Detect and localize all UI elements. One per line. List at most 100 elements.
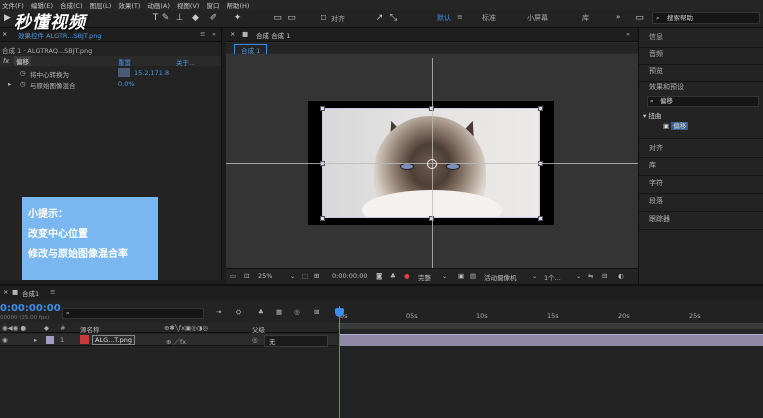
menu-window[interactable]: 窗口 [206,0,219,10]
guide-vertical[interactable] [432,58,433,284]
workspace-menu-icon[interactable]: ≡ [457,13,463,21]
draft-3d-icon[interactable]: ⛭ [236,308,241,317]
timeline-search-input[interactable]: ⌕ [62,308,204,319]
snap-icon-2[interactable]: ▭ [286,13,297,24]
effects-search-input[interactable]: ⌕ 偏移 [647,96,759,107]
panel-expand-icon[interactable]: » [212,30,216,38]
effect-name[interactable]: 偏移 [14,56,31,66]
fit-icon[interactable]: ⬚ [302,272,308,280]
fx-icon[interactable]: fx [3,57,9,65]
tracker-panel-tab[interactable]: 跟踪器 [639,210,763,230]
camera-dropdown-icon[interactable]: ⌄ [532,272,537,280]
frame-blend-icon[interactable]: ▦ [276,308,282,316]
graph-editor-icon[interactable]: ⊠ [314,308,319,316]
reset-button[interactable]: 重置 [118,57,131,67]
quality-select[interactable]: 完整 [418,272,431,282]
stopwatch-icon[interactable]: ◷ [20,69,26,77]
lock-icon[interactable]: ■ [12,288,18,296]
toggle-icon[interactable]: ⇋ [588,272,593,280]
flowchart-icon[interactable]: ⊟ [602,272,607,280]
zoom-select[interactable]: 25% [258,272,272,280]
camera-snapshot-icon[interactable]: ◙ [376,272,382,280]
prop-value[interactable]: 15.2,171.8 [134,69,169,77]
composition-tab[interactable]: 合成 合成 1 [256,30,290,40]
camera-select[interactable]: 活动摄像机 [484,272,517,282]
contract-icon[interactable]: ⤡ [388,13,399,24]
align-panel-tab[interactable]: 对齐 [639,138,763,158]
panel-menu-icon[interactable]: ≡ [50,288,55,296]
exposure-icon[interactable]: ◐ [618,272,624,280]
quality-dropdown-icon[interactable]: ⌄ [442,272,447,280]
stopwatch-icon[interactable]: ◷ [20,80,26,88]
tree-folder-distort[interactable]: ▾ 扭曲 [643,110,661,120]
prop-value[interactable]: 0.0% [118,80,135,88]
layer-name[interactable]: ALG...T.png [92,335,135,345]
lock-icon[interactable]: ■ [242,30,248,38]
expand-icon[interactable]: ↗ [374,13,385,24]
roi-icon[interactable]: ▣ [458,272,464,280]
pen-tool-icon[interactable]: ✎ [160,13,171,24]
layer-row[interactable]: ◉ ▸ 1 ALG...T.png ⊕ ／fx ◎ 无 [0,334,338,347]
panel-expand-icon[interactable]: » [626,30,630,38]
playhead-line[interactable] [339,306,340,418]
workspace-small-screen[interactable]: 小屏幕 [527,13,548,23]
time-ruler[interactable]: 0s 05s 10s 15s 20s 25s [338,306,763,324]
brush-tool-icon[interactable]: ✐ [208,13,219,24]
transform-handle[interactable] [538,106,543,111]
snap-icon[interactable]: ▭ [272,13,283,24]
source-name-header[interactable]: 源名称 [80,324,100,334]
about-button[interactable]: 关于... [176,57,195,67]
library-panel-tab[interactable]: 库 [639,156,763,176]
transparency-grid-icon[interactable]: ▤ [470,272,476,280]
layer-switches-icons[interactable]: ⊕ ／fx [166,336,186,346]
expand-arrow-icon[interactable]: ▸ [8,80,11,88]
character-panel-tab[interactable]: 字符 [639,174,763,194]
shy-icon[interactable]: ♣ [258,308,264,316]
label-color-swatch[interactable] [46,336,54,344]
workspace-standard[interactable]: 标准 [482,13,496,23]
eraser-tool-icon[interactable]: ◆ [190,13,201,24]
expand-arrow-icon[interactable]: ▸ [34,336,37,344]
menu-animation[interactable]: 动画(A) [147,0,170,10]
workspace-library[interactable]: 库 [582,13,589,23]
panel-close-icon[interactable]: × [230,30,235,38]
transform-handle[interactable] [320,216,325,221]
effects-presets-tab[interactable]: 效果和预设 [639,78,763,98]
views-dropdown-icon[interactable]: ⌄ [576,272,581,280]
transform-handle[interactable] [538,216,543,221]
edit-workspace-icon[interactable]: ▭ [634,13,645,24]
more-workspaces-icon[interactable]: » [616,13,620,21]
align-checkbox[interactable]: ☐ [318,13,329,24]
panel-menu-icon[interactable]: ≡ [200,30,205,38]
panel-close-icon[interactable]: × [2,30,7,38]
grid-icon[interactable]: ⊞ [314,272,319,280]
comp-timecode[interactable]: 0:00:00:00 [332,272,368,280]
panel-close-icon[interactable]: × [3,288,8,296]
show-snapshot-icon[interactable]: ♣ [390,272,396,280]
motion-blur-icon[interactable]: ◎ [294,308,300,316]
color-channel-icon[interactable]: ● [404,272,410,280]
paragraph-panel-tab[interactable]: 段落 [639,192,763,212]
menu-view[interactable]: 视图(V) [177,0,200,10]
transform-handle[interactable] [320,106,325,111]
timeline-tab[interactable]: 合成1 [22,288,39,298]
zoom-dropdown-icon[interactable]: ⌄ [290,272,295,280]
layer-duration-bar[interactable] [340,334,763,346]
visibility-icon[interactable]: ◉ [2,336,8,344]
stamp-tool-icon[interactable]: ⊥ [174,13,185,24]
workspace-default[interactable]: 默认 [437,13,451,23]
parent-select[interactable]: 无 [264,335,328,347]
crosshair-icon[interactable] [118,68,130,77]
anchor-point-icon[interactable] [427,159,437,169]
pixel-ratio-icon[interactable]: ⊡ [244,272,249,280]
menu-help[interactable]: 帮助(H) [226,0,249,10]
work-area-bar[interactable] [338,324,763,329]
search-help-input[interactable]: ⌕ 搜索帮助 [652,12,760,24]
tree-item-offset[interactable]: ▣ 偏移 [663,120,689,130]
comp-mini-flowchart-icon[interactable]: ⇥ [216,308,221,316]
monitor-icon[interactable]: ▭ [230,272,236,280]
timeline-timecode[interactable]: 0:00:00:00 [0,303,61,314]
pin-tool-icon[interactable]: ✦ [232,13,243,24]
pickwhip-icon[interactable]: ◎ [252,336,258,344]
parent-header[interactable]: 父级 [252,324,265,334]
